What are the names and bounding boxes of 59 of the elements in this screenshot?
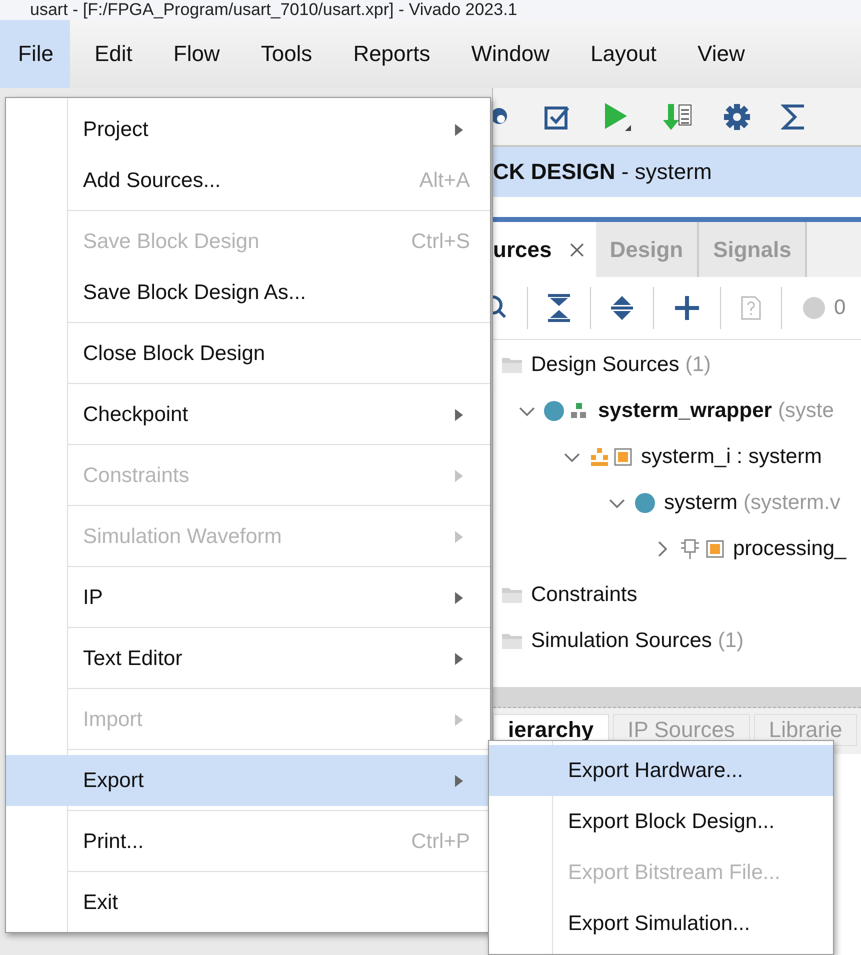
tree-item[interactable]: Simulation Sources (1) bbox=[493, 618, 861, 664]
tree-label: Constraints bbox=[531, 583, 638, 607]
close-icon[interactable] bbox=[570, 242, 584, 256]
menu-item[interactable]: Save Block Design As... bbox=[6, 267, 490, 318]
tree-note: (systerm.v bbox=[744, 491, 840, 515]
add-icon[interactable] bbox=[674, 295, 700, 321]
menu-item[interactable]: Close Block Design bbox=[6, 328, 490, 379]
menu-item[interactable]: Flow bbox=[155, 20, 237, 88]
tree-item[interactable]: Constraints bbox=[493, 572, 861, 618]
sigma-icon[interactable] bbox=[781, 102, 807, 130]
tree-item[interactable]: systerm_wrapper (syste bbox=[493, 388, 861, 434]
window-title: usart - [F:/FPGA_Program/usart_7010/usart.xpr] - Vivado 2023.1 bbox=[30, 0, 518, 20]
tree-label: processing_ bbox=[733, 537, 846, 561]
editor-title: CK DESIGN - systerm bbox=[493, 159, 712, 185]
expand-all-icon[interactable] bbox=[611, 294, 633, 322]
tree-item[interactable]: Design Sources (1) bbox=[493, 342, 861, 388]
panel-tab[interactable]: urces bbox=[493, 222, 596, 277]
tree-note: (syste bbox=[778, 399, 834, 423]
menu-item[interactable]: Add Sources... Alt+A bbox=[6, 155, 490, 206]
block-instance-icon bbox=[589, 446, 633, 468]
settings-icon[interactable] bbox=[723, 102, 751, 130]
folder-icon bbox=[501, 356, 523, 374]
menu-item[interactable]: Layout bbox=[572, 20, 674, 88]
status-count: 0 bbox=[834, 296, 846, 320]
folder-icon bbox=[501, 632, 523, 650]
tree-item[interactable]: processing_ bbox=[493, 526, 861, 572]
tree-item[interactable]: systerm (systerm.v bbox=[493, 480, 861, 526]
menu-item[interactable]: Project bbox=[6, 104, 490, 155]
menu-item[interactable]: View bbox=[680, 20, 762, 88]
tree-label: systerm_wrapper bbox=[598, 399, 772, 423]
search-icon[interactable] bbox=[493, 295, 507, 321]
tree-label: systerm bbox=[664, 491, 738, 515]
menu-item[interactable]: Edit bbox=[76, 20, 150, 88]
tree-label: Design Sources bbox=[531, 353, 680, 377]
menu-item[interactable]: Export Hardware... bbox=[489, 745, 833, 796]
menu-item[interactable]: Checkpoint bbox=[6, 389, 490, 440]
status-dot-icon bbox=[802, 296, 826, 320]
tree-label: systerm_i : systerm bbox=[641, 445, 822, 469]
menu-item[interactable]: Reports bbox=[335, 20, 448, 88]
download-bits-icon[interactable] bbox=[663, 102, 693, 132]
collapse-all-icon[interactable] bbox=[548, 294, 570, 322]
tree-note: (1) bbox=[718, 629, 744, 653]
menu-item[interactable]: File bbox=[0, 20, 70, 88]
menu-item[interactable]: Exit bbox=[6, 877, 490, 928]
menu-item[interactable]: Window bbox=[453, 20, 566, 88]
menu-item[interactable]: Tools bbox=[242, 20, 330, 88]
ip-block-icon bbox=[679, 537, 725, 561]
tree-note: (1) bbox=[685, 353, 711, 377]
menu-item[interactable]: IP bbox=[6, 572, 490, 623]
folder-icon bbox=[501, 586, 523, 604]
menu-item[interactable]: Export Simulation... bbox=[489, 898, 833, 949]
menu-item[interactable]: Export Block Design... bbox=[489, 796, 833, 847]
menu-item[interactable]: Print... Ctrl+P bbox=[6, 816, 490, 867]
tree-label: Simulation Sources bbox=[531, 629, 712, 653]
scrollbar[interactable] bbox=[493, 687, 861, 708]
design-dot-icon bbox=[634, 492, 656, 514]
menu-item[interactable]: Export bbox=[6, 755, 490, 806]
menu-item[interactable]: Text Editor bbox=[6, 633, 490, 684]
tree-item[interactable]: systerm_i : systerm bbox=[493, 434, 861, 480]
